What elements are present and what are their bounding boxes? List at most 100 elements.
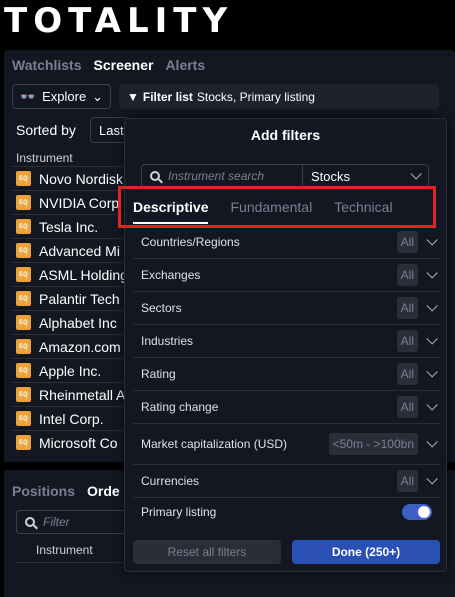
explore-label: Explore (42, 89, 87, 104)
chevron-down-icon (426, 473, 438, 485)
table-row[interactable]: EQ Intel Corp. (12, 406, 130, 430)
filter-value: <50m - >100bn (328, 433, 418, 455)
equity-badge: EQ (16, 267, 31, 282)
highlight-box (118, 186, 436, 228)
chevron-down-icon (426, 436, 438, 448)
tab-watchlists[interactable]: Watchlists (12, 57, 82, 73)
table-row[interactable]: EQ Advanced Mi (12, 238, 130, 262)
search-placeholder: Instrument search (168, 169, 265, 183)
filter-row-industries[interactable]: Industries All (133, 325, 440, 358)
filter-value: All (396, 264, 418, 286)
instrument-name: Advanced Mi (39, 242, 120, 259)
equity-badge: EQ (16, 363, 31, 378)
table-row[interactable]: EQ Microsoft Co (12, 430, 130, 454)
filter-list-button[interactable]: ▼ Filter list Stocks, Primary listing (119, 84, 439, 109)
filter-label: Rating (141, 367, 176, 381)
filter-row-sectors[interactable]: Sectors All (133, 292, 440, 325)
table-row[interactable]: EQ ASML Holding (12, 262, 130, 286)
asset-type-value: Stocks (311, 168, 351, 184)
instrument-name: Novo Nordisk (39, 170, 124, 187)
filter-label: Sectors (141, 301, 182, 315)
chevron-down-icon (426, 366, 438, 378)
chevron-down-icon (426, 234, 438, 246)
instrument-name: Apple Inc. (39, 362, 102, 379)
instrument-name: ASML Holding (39, 266, 128, 283)
equity-badge: EQ (16, 411, 31, 426)
done-button[interactable]: Done (250+) (292, 540, 440, 564)
table-row[interactable]: EQ Rheinmetall A (12, 382, 130, 406)
equity-badge: EQ (16, 243, 31, 258)
equity-badge: EQ (16, 291, 31, 306)
equity-badge: EQ (16, 339, 31, 354)
filter-value: All (396, 470, 418, 492)
instrument-name: Intel Corp. (39, 410, 104, 427)
sorted-by-label: Sorted by (16, 122, 76, 138)
equity-badge: EQ (16, 315, 31, 330)
filter-value: All (396, 231, 418, 253)
table-row[interactable]: EQ Alphabet Inc (12, 310, 130, 334)
filter-value: All (396, 297, 418, 319)
search-icon (25, 517, 35, 527)
filter-value: All (396, 363, 418, 385)
chevron-down-icon (426, 399, 438, 411)
instrument-name: Rheinmetall A (39, 386, 126, 403)
chevron-down-icon (426, 333, 438, 345)
app-logo: TOTALITY (4, 1, 234, 41)
filter-row-market-cap[interactable]: Market capitalization (USD) <50m - >100bn (133, 424, 440, 465)
top-tabs: Watchlists Screener Alerts (12, 57, 205, 73)
table-row[interactable]: EQ Novo Nordisk (12, 166, 130, 190)
filter-row-exchanges[interactable]: Exchanges All (133, 259, 440, 292)
instrument-column-header[interactable]: Instrument (16, 151, 73, 165)
explore-button[interactable]: 👓 Explore ⌄ (12, 84, 111, 109)
primary-listing-label: Primary listing (141, 505, 217, 519)
instrument-name: Microsoft Co (39, 434, 118, 451)
instrument-list: EQ Novo Nordisk EQ NVIDIA Corp EQ Tesla Inc… (12, 166, 130, 454)
filter-list-value: Stocks, Primary listing (196, 89, 315, 104)
filter-value: All (396, 330, 418, 352)
bottom-tabs: Positions Orde (12, 483, 120, 499)
instrument-search-input[interactable]: Instrument search (141, 164, 303, 188)
filter-label: Currencies (141, 474, 200, 488)
equity-badge: EQ (16, 387, 31, 402)
search-icon (150, 171, 160, 181)
chevron-down-icon: ⌄ (92, 88, 104, 104)
table-row[interactable]: EQ Apple Inc. (12, 358, 130, 382)
filter-row-rating[interactable]: Rating All (133, 358, 440, 391)
equity-badge: EQ (16, 219, 31, 234)
instrument-name: Palantir Tech (39, 290, 120, 307)
chevron-down-icon (426, 267, 438, 279)
filter-label: Rating change (141, 400, 219, 414)
tab-screener[interactable]: Screener (94, 57, 154, 73)
tab-orders[interactable]: Orde (87, 483, 120, 499)
instrument-name: NVIDIA Corp (39, 194, 120, 211)
equity-badge: EQ (16, 195, 31, 210)
filter-value: All (396, 396, 418, 418)
table-row[interactable]: EQ Tesla Inc. (12, 214, 130, 238)
instrument-name: Alphabet Inc (39, 314, 117, 331)
instrument-name: Amazon.com (39, 338, 121, 355)
filter-list: Countries/Regions All Exchanges All Sector… (133, 226, 440, 526)
positions-filter-input[interactable]: Filter (16, 510, 130, 534)
positions-instrument-header[interactable]: Instrument (36, 543, 93, 557)
table-row[interactable]: EQ Amazon.com (12, 334, 130, 358)
filter-label: Countries/Regions (141, 235, 240, 249)
reset-filters-button[interactable]: Reset all filters (133, 540, 281, 564)
filter-placeholder: Filter (43, 515, 70, 529)
filter-row-rating-change[interactable]: Rating change All (133, 391, 440, 424)
asset-type-select[interactable]: Stocks (303, 164, 429, 188)
tab-positions[interactable]: Positions (12, 483, 75, 499)
chevron-down-icon (410, 168, 422, 180)
chevron-down-icon (426, 300, 438, 312)
filter-row-currencies[interactable]: Currencies All (133, 465, 440, 498)
table-row[interactable]: EQ Palantir Tech (12, 286, 130, 310)
filter-label: Industries (141, 334, 194, 348)
dialog-title: Add filters (250, 127, 321, 143)
filter-label: Market capitalization (USD) (141, 437, 288, 451)
tab-alerts[interactable]: Alerts (165, 57, 205, 73)
primary-listing-toggle[interactable] (402, 504, 432, 520)
filter-row-primary-listing: Primary listing (133, 498, 440, 526)
funnel-icon: ▼ (127, 89, 139, 104)
filter-row-countries[interactable]: Countries/Regions All (133, 226, 440, 259)
table-row[interactable]: EQ NVIDIA Corp (12, 190, 130, 214)
dialog-footer: Reset all filters Done (250+) (133, 540, 440, 564)
